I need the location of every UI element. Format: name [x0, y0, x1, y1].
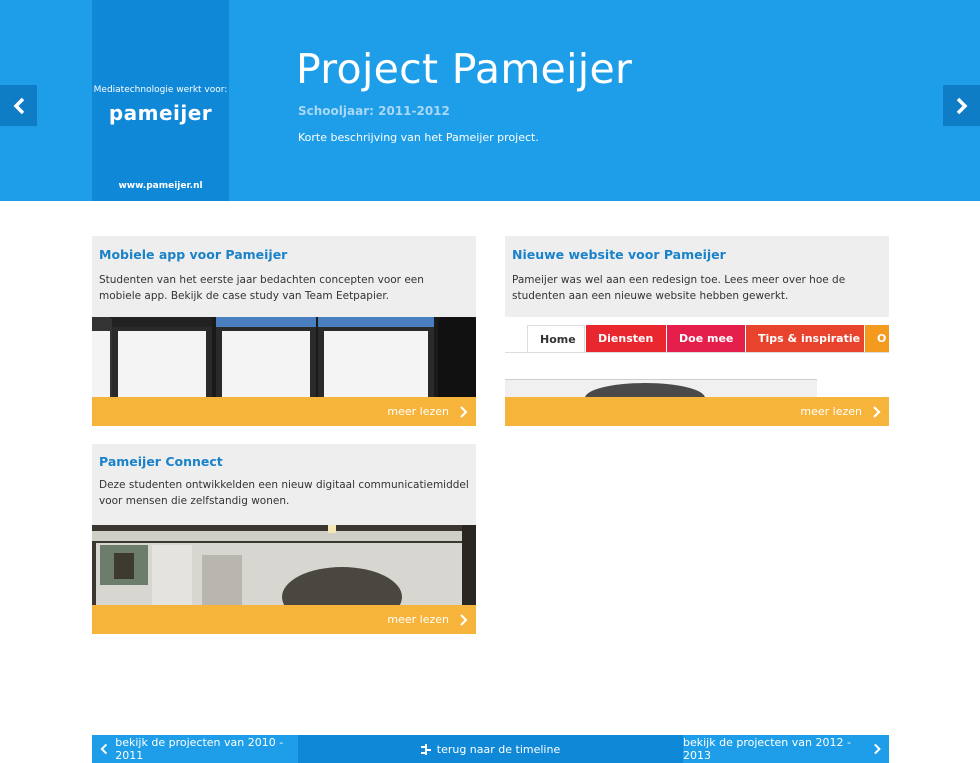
card-image-video: [92, 525, 476, 605]
read-more-button[interactable]: meer lezen: [505, 397, 889, 426]
client-logo: pameijer: [108, 101, 213, 125]
chevron-right-icon: [460, 613, 468, 626]
phone-mockup: [112, 317, 212, 397]
card-title[interactable]: Mobiele app voor Pameijer: [99, 247, 287, 262]
school-year: Schooljaar: 2011-2012: [298, 104, 450, 118]
previous-year-projects-link[interactable]: bekijk de projecten van 2010 - 2011: [92, 735, 298, 763]
previous-year-label: bekijk de projecten van 2010 - 2011: [115, 736, 284, 762]
client-box[interactable]: Mediatechnologie werkt voor: pameijer ww…: [92, 0, 229, 201]
bottom-navigation: bekijk de projecten van 2010 - 2011 teru…: [92, 735, 889, 763]
divider: [505, 352, 889, 353]
site-tab-diensten: Diensten: [586, 325, 666, 352]
card-text: Pameijer was wel aan een redesign toe. L…: [512, 274, 846, 302]
site-tab-tips: Tips & inspiratie: [746, 325, 864, 352]
phone-mockup: [216, 317, 316, 397]
card-text: Studenten van het eerste jaar bedachten …: [99, 274, 424, 302]
previous-project-button[interactable]: [0, 85, 37, 126]
client-works-for: Mediatechnologie werkt voor:: [93, 85, 228, 95]
project-header: Mediatechnologie werkt voor: pameijer ww…: [0, 0, 980, 201]
next-project-button[interactable]: [943, 85, 980, 126]
card-title[interactable]: Pameijer Connect: [99, 454, 223, 469]
card-pameijer-connect[interactable]: Pameijer Connect Deze studenten ontwikke…: [92, 444, 476, 634]
phone-mockup: [318, 317, 434, 397]
card-image-phones: [92, 317, 476, 397]
read-more-label: meer lezen: [387, 405, 449, 418]
timeline-icon: [420, 743, 431, 755]
read-more-label: meer lezen: [800, 405, 862, 418]
card-title[interactable]: Nieuwe website voor Pameijer: [512, 247, 726, 262]
timeline-link[interactable]: terug naar de timeline: [298, 735, 683, 763]
chevron-right-icon: [873, 405, 881, 418]
site-tab-home: Home: [527, 325, 585, 352]
card-new-website[interactable]: Nieuwe website voor Pameijer Pameijer wa…: [505, 236, 889, 426]
next-year-label: bekijk de projecten van 2012 - 2013: [683, 736, 851, 762]
card-mobile-app[interactable]: Mobiele app voor Pameijer Studenten van …: [92, 236, 476, 426]
next-year-projects-link[interactable]: bekijk de projecten van 2012 - 2013: [683, 735, 889, 763]
video-still: [92, 525, 476, 605]
chevron-right-icon: [460, 405, 468, 418]
read-more-label: meer lezen: [387, 613, 449, 626]
site-tab-more: O: [865, 325, 889, 352]
client-url[interactable]: www.pameijer.nl: [92, 181, 229, 191]
read-more-button[interactable]: meer lezen: [92, 397, 476, 426]
card-text: Deze studenten ontwikkelden een nieuw di…: [99, 479, 469, 507]
chevron-left-icon: [13, 97, 24, 114]
card-image-website: Home Diensten Doe mee Tips & inspiratie …: [505, 317, 889, 397]
project-description: Korte beschrijving van het Pameijer proj…: [298, 131, 539, 144]
read-more-button[interactable]: meer lezen: [92, 605, 476, 634]
phone-mockup: [438, 317, 476, 397]
site-tab-doe-mee: Doe mee: [667, 325, 745, 352]
chevron-left-icon: [100, 743, 108, 755]
phone-mockup: [92, 317, 114, 397]
chevron-right-icon: [873, 743, 881, 755]
timeline-label: terug naar de timeline: [436, 742, 561, 756]
chevron-right-icon: [956, 97, 967, 114]
project-title: Project Pameijer: [296, 45, 633, 93]
